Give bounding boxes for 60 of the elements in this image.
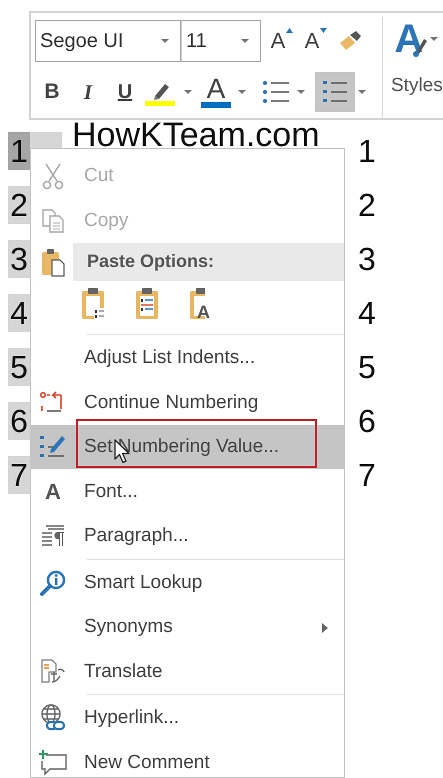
menu-item[interactable]: A Font... xyxy=(31,469,344,514)
menu-item[interactable]: Hyperlink... xyxy=(31,696,344,740)
styles-label: Styles xyxy=(391,75,443,97)
menu-item[interactable]: Paragraph... xyxy=(31,514,344,558)
document-text: 2 xyxy=(358,186,377,224)
list-number: 2 xyxy=(8,186,30,224)
paragraph-icon xyxy=(40,524,66,548)
list-number: 3 xyxy=(8,240,30,278)
list-number: 7 xyxy=(8,456,30,494)
hyperlink-icon xyxy=(39,703,67,733)
caret-icon xyxy=(240,38,250,44)
italic-button[interactable]: I xyxy=(69,73,107,111)
numbering-button[interactable] xyxy=(315,72,355,112)
bulleted-list-icon xyxy=(262,79,290,105)
list-number: 4 xyxy=(8,294,30,332)
down-triangle-icon xyxy=(320,28,328,33)
clipboard-icon xyxy=(81,286,107,321)
list-number: 1 xyxy=(8,132,30,170)
menu-header: Paste Options: xyxy=(73,242,344,281)
shrink-font-button[interactable]: A xyxy=(299,22,333,60)
caret-icon xyxy=(429,36,440,42)
underline-button[interactable]: U xyxy=(107,73,143,111)
document-text: 5 xyxy=(358,348,377,386)
font-size-field[interactable]: 11 xyxy=(181,20,261,62)
document-text: 3 xyxy=(358,240,377,278)
styles-button[interactable]: A xyxy=(391,17,443,61)
translate-icon xyxy=(40,658,66,686)
up-triangle-icon xyxy=(286,28,294,33)
copy-icon xyxy=(41,208,65,234)
caret-icon xyxy=(296,89,306,95)
menu-item[interactable]: Translate xyxy=(31,649,344,694)
bold-button[interactable]: B xyxy=(35,73,69,111)
document-text: HowKTeam.com xyxy=(71,121,321,149)
list-number: 5 xyxy=(8,348,30,386)
document-text: 4 xyxy=(358,294,377,332)
menu-item[interactable]: Synonyms xyxy=(31,604,344,650)
paintbrush-icon xyxy=(338,29,364,53)
document-text: 1 xyxy=(358,132,377,170)
menu-item[interactable]: Adjust List Indents... xyxy=(31,336,344,380)
menu-item[interactable]: Continue Numbering xyxy=(31,380,344,425)
font-field[interactable]: Segoe UI xyxy=(35,20,181,62)
grow-font-button[interactable]: A xyxy=(265,22,299,60)
clipboard-icon xyxy=(41,246,65,277)
caret-icon xyxy=(237,89,247,95)
merge-list-paste-button[interactable] xyxy=(81,286,107,321)
new-list-paste-button[interactable] xyxy=(135,286,161,321)
clipboard-icon xyxy=(135,286,161,321)
font-icon: A xyxy=(45,478,61,504)
font-color-button[interactable]: A xyxy=(195,73,253,111)
caret-icon xyxy=(183,89,193,95)
caret-icon xyxy=(357,89,367,95)
document-text: 7 xyxy=(358,456,377,494)
document-text: 6 xyxy=(358,402,377,440)
menu-item[interactable]: New Comment xyxy=(31,740,344,777)
scissors-icon xyxy=(42,162,64,190)
caret-icon xyxy=(160,38,170,44)
comment-icon xyxy=(38,748,68,776)
menu-item[interactable]: Smart Lookup xyxy=(31,560,344,605)
list-number: 6 xyxy=(8,402,30,440)
smart-lookup-icon xyxy=(39,568,67,596)
